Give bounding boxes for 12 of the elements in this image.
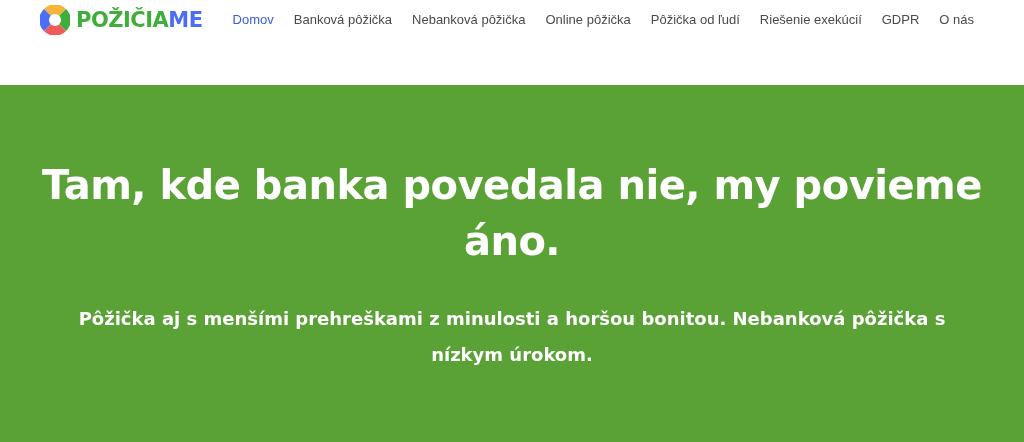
nav-link[interactable]: Domov (222, 11, 284, 29)
hero-heading: Tam, kde banka povedala nie, my povieme áno. (41, 161, 983, 266)
nav-link[interactable]: Riešenie exekúcií (749, 11, 872, 29)
nav-link[interactable]: Pôžička od ľudí (640, 11, 750, 29)
nav-link[interactable]: O nás (929, 11, 984, 29)
hero-subheading: Pôžička aj s menšími prehreškami z minulosti a horšou bonitou. Nebanková pôžička s nízkym úrokom. (77, 307, 947, 367)
nav-link[interactable]: GDPR (871, 11, 930, 29)
nav-link[interactable]: Nebanková pôžička (402, 11, 536, 29)
logo-text[interactable]: POŽIČIAME (76, 8, 203, 32)
nav-link[interactable]: Banková pôžička (283, 11, 403, 29)
logo-icon (40, 5, 70, 35)
nav-link[interactable]: Online pôžička (535, 11, 641, 29)
